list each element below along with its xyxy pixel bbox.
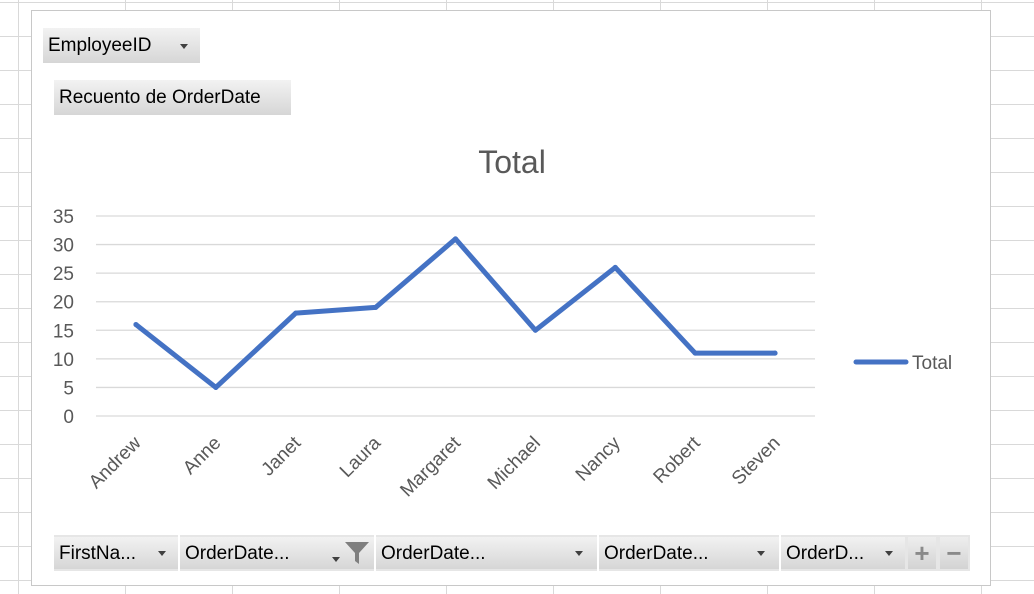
collapse-field-button[interactable]: − — [940, 537, 968, 569]
data-point[interactable] — [612, 264, 618, 270]
chevron-down-icon — [757, 551, 765, 556]
axis-field-label: OrderD... — [786, 542, 865, 564]
chart-legend: Total — [853, 353, 952, 374]
data-point[interactable] — [373, 304, 379, 310]
data-point[interactable] — [133, 322, 139, 328]
expand-field-button[interactable]: + — [908, 537, 936, 569]
x-tick-label: Janet — [258, 432, 306, 480]
axis-field-label: FirstNa... — [59, 542, 137, 564]
chevron-down-icon — [885, 551, 893, 556]
data-point[interactable] — [692, 350, 698, 356]
y-tick-label: 25 — [53, 264, 74, 285]
axis-field-orderdate-4-button[interactable]: OrderD... — [781, 537, 905, 569]
x-tick-label: Anne — [179, 433, 225, 479]
y-tick-label: 20 — [53, 293, 74, 314]
axis-field-label: OrderDate... — [604, 542, 709, 564]
x-tick-label: Michael — [484, 433, 545, 494]
data-point[interactable] — [453, 236, 458, 242]
y-tick-label: 30 — [53, 236, 74, 257]
chevron-down-icon — [332, 557, 340, 562]
x-tick-label: Robert — [650, 432, 706, 488]
series-line[interactable] — [133, 236, 778, 390]
axis-field-orderdate-2-button[interactable]: OrderDate... — [376, 537, 597, 569]
x-tick-label: Andrew — [85, 432, 146, 493]
chevron-down-icon — [575, 551, 583, 556]
x-tick-label: Margaret — [396, 432, 465, 501]
chart-title: Total — [478, 144, 546, 180]
data-point[interactable] — [293, 310, 299, 316]
axis-field-firstname-button[interactable]: FirstNa... — [54, 537, 178, 569]
y-tick-label: 35 — [53, 207, 74, 228]
axis-field-label: OrderDate... — [185, 542, 290, 564]
filter-icon — [345, 542, 369, 564]
data-point[interactable] — [772, 350, 778, 356]
line-chart: Total 0 5 10 15 20 25 30 35 Andrew Anne Janet Laur… — [53, 144, 952, 501]
chevron-down-icon — [158, 551, 166, 556]
data-point[interactable] — [213, 384, 219, 390]
x-tick-label: Laura — [336, 432, 386, 482]
x-tick-label: Steven — [728, 433, 785, 490]
axis-field-label: OrderDate... — [381, 542, 486, 564]
data-point[interactable] — [532, 327, 538, 333]
y-tick-label: 10 — [53, 350, 74, 371]
x-tick-label: Nancy — [572, 432, 625, 485]
y-tick-label: 0 — [63, 407, 74, 428]
y-tick-label: 15 — [53, 321, 74, 342]
legend-label: Total — [912, 353, 952, 374]
y-tick-label: 5 — [63, 378, 74, 399]
axis-field-orderdate-3-button[interactable]: OrderDate... — [599, 537, 779, 569]
axis-field-orderdate-1-button[interactable]: OrderDate... — [180, 537, 374, 569]
